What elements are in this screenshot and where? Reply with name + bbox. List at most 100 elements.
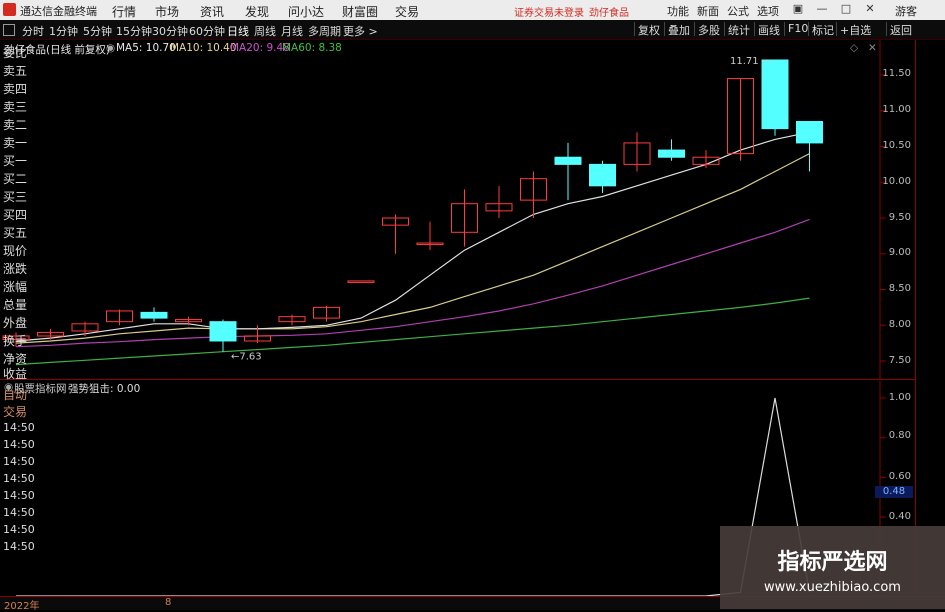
label-change: 涨跌: [3, 262, 28, 276]
restore-rights-button[interactable]: 复权: [634, 22, 663, 37]
watermark-url: www.xuezhibiao.com: [764, 580, 901, 595]
sub-y-tick: 0.60: [888, 471, 911, 482]
statistics-button[interactable]: 统计: [724, 22, 753, 37]
settings-icon[interactable]: ◉: [106, 42, 115, 54]
sub-y-tick: 0.40: [888, 511, 911, 522]
date-year-label: 2022年: [4, 601, 40, 612]
label-sell1: 卖一: [3, 136, 28, 150]
label-outer-volume: 外盘: [3, 316, 28, 330]
label-buy2: 买二: [3, 172, 28, 186]
close-pane-icon[interactable]: ✕: [868, 42, 877, 54]
guest-label[interactable]: 游客: [895, 3, 917, 19]
maximize-icon[interactable]: □: [839, 2, 853, 16]
indicator-formula: 强势狙击: 0.00: [68, 383, 141, 395]
menu-discover[interactable]: 发现: [245, 3, 269, 20]
ma20-line: [15, 218, 810, 348]
y-tick-label: 8.00: [888, 319, 911, 330]
period-tab-60min[interactable]: 60分钟: [189, 23, 225, 39]
candle-body: [796, 120, 823, 144]
login-notice[interactable]: 证券交易未登录: [514, 4, 584, 19]
menu-news[interactable]: 资讯: [200, 3, 224, 20]
label-sell5: 卖五: [3, 64, 28, 78]
period-tab-timeshare[interactable]: 分时: [22, 23, 44, 39]
y-tick-label: 11.50: [882, 68, 911, 79]
candle-body: [209, 321, 237, 342]
ma5-line: [15, 131, 810, 342]
close-icon[interactable]: ✕: [863, 2, 877, 16]
label-buy5: 买五: [3, 226, 28, 240]
menu-assistant[interactable]: 问小达: [288, 3, 324, 20]
menu-options[interactable]: 选项: [757, 3, 779, 19]
minimize-icon[interactable]: —: [815, 2, 829, 16]
label-earnings: 收益: [3, 367, 28, 381]
checkbox-icon[interactable]: [3, 24, 15, 36]
diamond-icon[interactable]: ◇: [850, 42, 858, 54]
period-tab-more[interactable]: 更多 >: [343, 23, 378, 39]
label-change-pct: 涨幅: [3, 280, 28, 294]
sub-y-tick: 0.80: [888, 430, 911, 441]
candle-body: [140, 311, 168, 319]
menu-quotes[interactable]: 行情: [112, 3, 136, 20]
mark-button[interactable]: 标记: [808, 22, 837, 37]
indicator-settings-icon[interactable]: ◉: [4, 381, 13, 393]
label-turnover: 换手: [3, 334, 28, 348]
draw-line-button[interactable]: 画线: [754, 22, 783, 37]
candle-body: [761, 59, 789, 130]
label-volume: 总量: [3, 298, 28, 312]
kline-chart[interactable]: 11.71 — ←7.63: [0, 40, 915, 379]
label-sell4: 卖四: [3, 82, 28, 96]
quote-side-panel: [915, 40, 945, 591]
skin-icon[interactable]: ▣: [791, 2, 805, 16]
period-tab-1min[interactable]: 1分钟: [49, 23, 78, 39]
ma10-line: [15, 153, 810, 344]
period-tab-5min[interactable]: 5分钟: [83, 23, 112, 39]
y-tick-label: 11.00: [882, 104, 911, 115]
add-watchlist-button[interactable]: +自选: [836, 22, 874, 37]
label-buy3: 买三: [3, 190, 28, 204]
watermark-title: 指标严选网: [777, 550, 888, 575]
ma60-label: MA60: 8.38: [282, 42, 342, 54]
title-bar: 通达信金融终端 行情 市场 资讯 发现 问小达 财富圈 交易 证券交易未登录 劲…: [0, 0, 945, 20]
menu-formula[interactable]: 公式: [727, 3, 749, 19]
menu-trade[interactable]: 交易: [395, 3, 419, 20]
period-tab-15min[interactable]: 15分钟: [116, 23, 152, 39]
candle-body: [589, 163, 616, 187]
multi-stock-button[interactable]: 多股: [694, 22, 723, 37]
y-tick-label: 8.50: [888, 283, 911, 294]
indicator-source: 股票指标网: [14, 383, 67, 395]
label-sell2: 卖二: [3, 118, 28, 132]
indicator-line: [16, 397, 811, 596]
period-tab-daily[interactable]: 日线: [227, 23, 249, 39]
indicator-value-badge: 0.48: [875, 486, 913, 498]
period-tab-multi[interactable]: 多周期: [308, 23, 341, 39]
back-button[interactable]: 返回: [886, 22, 915, 37]
menu-function[interactable]: 功能: [667, 3, 689, 19]
sub-y-tick: 1.00: [888, 392, 911, 403]
menu-wealth[interactable]: 财富圈: [342, 3, 378, 20]
watermark-banner: 指标严选网 www.xuezhibiao.com: [720, 526, 945, 609]
ma20-label: MA20: 9.48: [230, 42, 290, 54]
label-buy1: 买一: [3, 154, 28, 168]
y-tick-label: 9.00: [888, 247, 911, 258]
period-toolbar: 分时 1分钟 5分钟 15分钟 30分钟 60分钟 日线 周线 月线 多周期 更…: [0, 20, 945, 40]
period-tab-30min[interactable]: 30分钟: [152, 23, 188, 39]
y-tick-label: 7.50: [888, 355, 911, 366]
period-tab-weekly[interactable]: 周线: [254, 23, 276, 39]
label-price: 现价: [3, 244, 28, 258]
ma10-label: MA10: 10.40: [170, 42, 237, 54]
label-commission-ratio: 委比: [3, 46, 28, 60]
label-buy4: 买四: [3, 208, 28, 222]
app-title: 通达信金融终端: [20, 5, 97, 18]
candle-body: [347, 280, 375, 283]
current-stock-name: 劲仔食品: [589, 8, 629, 19]
overlay-button[interactable]: 叠加: [664, 22, 693, 37]
label-sell3: 卖三: [3, 100, 28, 114]
menu-layout[interactable]: 新面: [697, 3, 719, 19]
candle-body: [554, 156, 582, 165]
menu-market[interactable]: 市场: [155, 3, 179, 20]
period-tab-monthly[interactable]: 月线: [281, 23, 303, 39]
high-price-label: 11.71 —: [730, 56, 772, 67]
ma5-label: MA5: 10.70: [116, 42, 176, 54]
app-logo-icon: [3, 3, 16, 16]
candle-body: [658, 149, 685, 158]
